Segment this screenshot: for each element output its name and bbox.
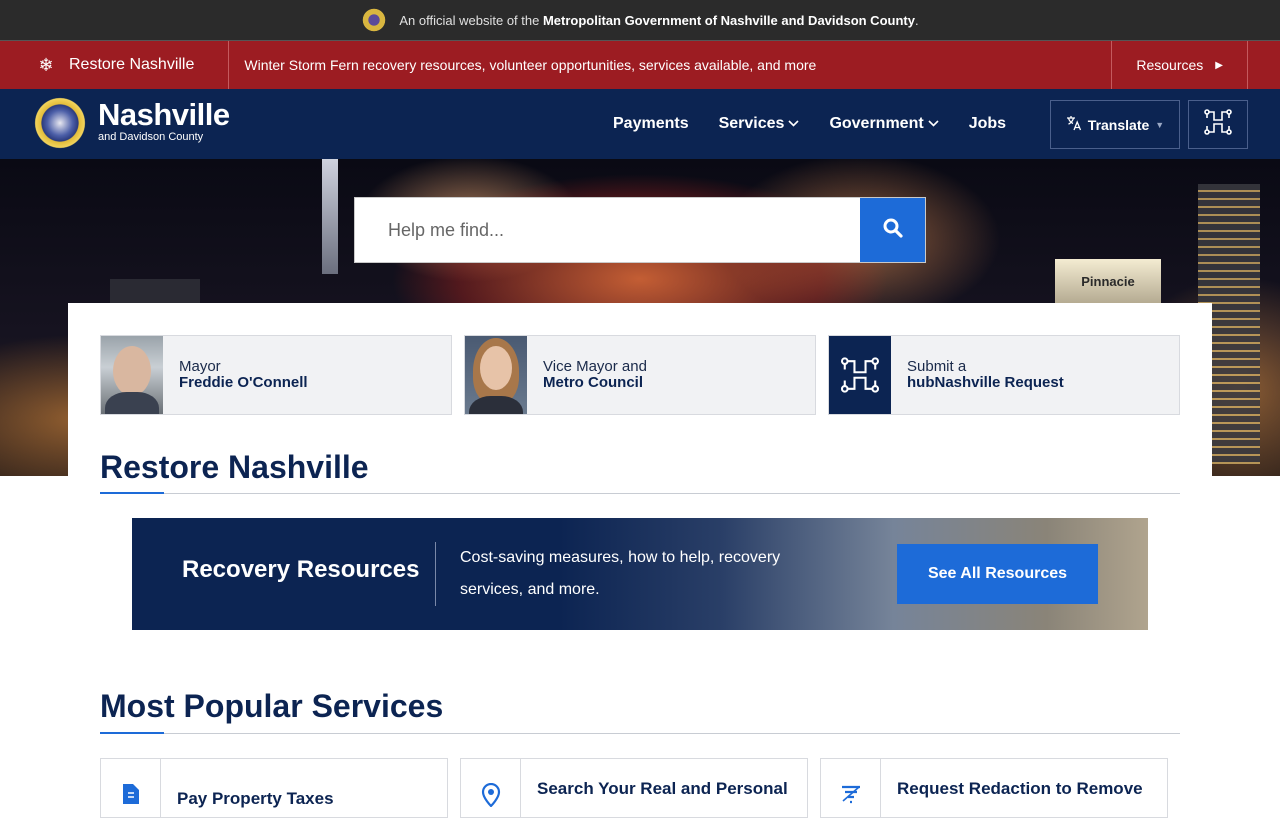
chevron-down-icon	[788, 119, 800, 130]
hubnashville-card-line1: Submit a	[907, 358, 967, 375]
alert-divider	[228, 41, 230, 89]
service-label: Pay Property Taxes	[177, 789, 334, 808]
hero-building	[322, 159, 338, 274]
vice-mayor-card-line2: Metro Council	[543, 374, 643, 391]
brand-link[interactable]: Nashville and Davidson County	[98, 97, 230, 144]
official-banner-org: Metropolitan Government of Nashville and…	[542, 12, 915, 28]
nav-services-label: Services	[718, 115, 785, 132]
nav-jobs[interactable]: Jobs	[969, 115, 1006, 133]
hubnashville-icon	[829, 336, 891, 414]
section-divider	[100, 733, 1180, 734]
nav-jobs-label: Jobs	[968, 115, 1007, 132]
translate-icon	[1066, 115, 1082, 135]
brand-subtitle: and Davidson County	[98, 131, 204, 143]
main-nav: Payments Services Government Jobs	[613, 89, 1036, 159]
recovery-banner: Recovery Resources Cost-saving measures,…	[132, 518, 1148, 630]
brand-name: Nashville	[98, 97, 230, 132]
nashville-seal-logo[interactable]	[32, 95, 88, 151]
restore-section-title: Restore Nashville	[100, 449, 369, 485]
recovery-description: Cost-saving measures, how to help, recov…	[460, 549, 781, 598]
hubnashville-card-line2: hubNashville Request	[907, 374, 1064, 391]
popular-section-title: Most Popular Services	[100, 688, 444, 724]
hubnashville-card[interactable]: Submit a hubNashville Request	[828, 335, 1180, 415]
vice-mayor-card-line1: Vice Mayor and	[543, 358, 647, 375]
search-button[interactable]	[860, 198, 925, 262]
filter-list-icon	[821, 759, 881, 817]
service-label: Search Your Real and Personal	[537, 779, 788, 798]
map-pin-icon	[461, 759, 521, 817]
nav-services[interactable]: Services	[719, 115, 800, 133]
caret-down-icon: ▼	[1155, 119, 1165, 130]
site-header: Nashville and Davidson County Payments S…	[0, 89, 1280, 159]
chevron-down-icon	[928, 119, 939, 130]
alert-resources-link[interactable]: Resources ▶	[1111, 41, 1248, 89]
official-banner: An official website of the Metropolitan …	[0, 0, 1280, 41]
alert-bar: ❄ Restore Nashville Winter Storm Fern re…	[0, 41, 1280, 89]
translate-label: Translate	[1087, 116, 1150, 133]
mayor-card-line1: Mayor	[179, 358, 221, 375]
search-bar	[354, 197, 926, 263]
caret-right-icon: ▶	[1215, 59, 1223, 71]
search-icon	[883, 218, 903, 243]
translate-button[interactable]: Translate ▼	[1050, 100, 1180, 149]
search-input[interactable]	[355, 198, 860, 262]
metro-seal-icon	[361, 7, 388, 33]
vice-mayor-photo	[465, 336, 527, 414]
see-all-resources-button[interactable]: See All Resources	[897, 544, 1098, 604]
alert-resources-label: Resources	[1136, 57, 1204, 73]
official-banner-prefix: An official website of the	[399, 12, 540, 28]
service-card-pay-property-taxes[interactable]: Pay Property Taxes	[100, 758, 448, 818]
hubnashville-button[interactable]	[1188, 100, 1248, 149]
nav-payments-label: Payments	[613, 115, 689, 132]
mayor-card-line2: Freddie O'Connell	[179, 374, 308, 391]
hubnashville-icon	[1204, 109, 1232, 140]
main-content: Mayor Freddie O'Connell Vice Mayor and M…	[68, 303, 1212, 818]
official-banner-suffix: .	[914, 12, 919, 28]
recovery-title: Recovery Resources	[182, 556, 420, 583]
section-divider	[100, 493, 1180, 494]
vice-mayor-card[interactable]: Vice Mayor and Metro Council	[464, 335, 816, 415]
recovery-divider	[435, 542, 436, 606]
alert-message[interactable]: Winter Storm Fern recovery resources, vo…	[244, 57, 1111, 73]
nav-payments[interactable]: Payments	[613, 115, 689, 133]
section-accent	[100, 732, 164, 734]
snowflake-icon: ❄	[38, 54, 54, 75]
hero-building-sign: Pinnacie	[1055, 259, 1161, 303]
service-card-search-property[interactable]: Search Your Real and Personal	[460, 758, 808, 818]
service-label: Request Redaction to Remove	[897, 779, 1143, 798]
nav-government[interactable]: Government	[829, 115, 939, 133]
nav-government-label: Government	[829, 115, 924, 132]
document-dollar-icon	[101, 759, 161, 817]
alert-title[interactable]: Restore Nashville	[69, 56, 194, 74]
service-card-request-redaction[interactable]: Request Redaction to Remove	[820, 758, 1168, 818]
quick-links: Mayor Freddie O'Connell Vice Mayor and M…	[100, 335, 1192, 415]
mayor-card[interactable]: Mayor Freddie O'Connell	[100, 335, 452, 415]
popular-services-list: Pay Property Taxes Search Your Real and …	[100, 758, 1180, 818]
section-accent	[100, 492, 164, 494]
mayor-photo	[101, 336, 163, 414]
